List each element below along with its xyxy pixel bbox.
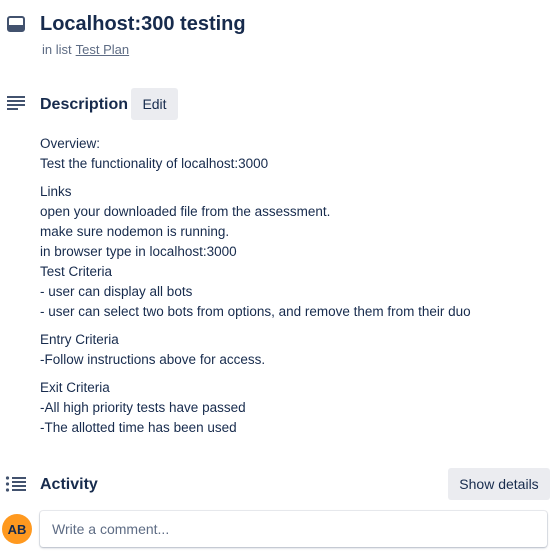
description-line: Entry Criteria	[40, 332, 119, 347]
description-line: -All high priority tests have passed	[40, 400, 246, 415]
description-paragraph: Entry Criteria -Follow instructions abov…	[40, 330, 545, 370]
list-link[interactable]: Test Plan	[76, 42, 129, 57]
description-heading: Description	[40, 96, 129, 113]
comment-input[interactable]: Write a comment...	[40, 511, 547, 547]
description-line: Test Criteria	[40, 264, 113, 279]
card-icon	[7, 16, 25, 32]
description-paragraph: Exit Criteria -All high priority tests h…	[40, 378, 545, 438]
show-details-button[interactable]: Show details	[448, 468, 550, 500]
description-line: make sure nodemon is running.	[40, 224, 230, 239]
description-line: in browser type in localhost:3000	[40, 244, 237, 259]
avatar[interactable]: AB	[2, 514, 32, 544]
description-line: - user can select two bots from options,…	[40, 304, 471, 319]
description-line: -The allotted time has been used	[40, 420, 237, 435]
description-body[interactable]: Overview: Test the functionality of loca…	[40, 134, 545, 446]
description-line: -Follow instructions above for access.	[40, 352, 266, 367]
edit-description-button[interactable]: Edit	[131, 88, 178, 120]
description-paragraph: Overview: Test the functionality of loca…	[40, 134, 545, 174]
in-list-text: in list Test Plan	[42, 42, 129, 58]
description-line: open your downloaded file from the asses…	[40, 204, 331, 219]
description-line: Overview:	[40, 136, 101, 151]
activity-heading: Activity	[40, 476, 98, 493]
description-line: Exit Criteria	[40, 380, 110, 395]
description-line: Links	[40, 184, 72, 199]
in-list-prefix: in list	[42, 42, 72, 57]
description-lines-icon	[7, 96, 25, 110]
activity-list-icon	[5, 476, 26, 492]
description-line: - user can display all bots	[40, 284, 193, 299]
card-title[interactable]: Localhost:300 testing	[40, 11, 246, 37]
description-line: Test the functionality of localhost:3000	[40, 156, 269, 171]
description-paragraph: Links open your downloaded file from the…	[40, 182, 545, 322]
